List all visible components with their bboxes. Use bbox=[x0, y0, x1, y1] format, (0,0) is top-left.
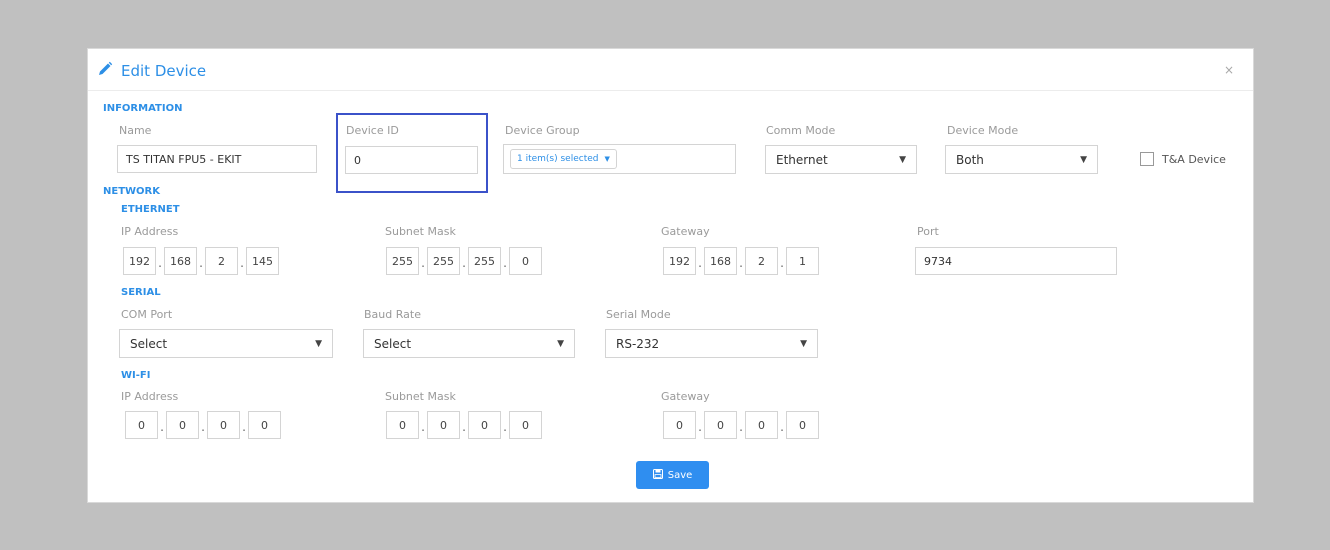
gateway-octet-2[interactable]: 168 bbox=[704, 247, 737, 275]
com-port-label: COM Port bbox=[121, 308, 173, 321]
wifi-ip-octet-4[interactable]: 0 bbox=[248, 411, 281, 439]
caret-down-icon: ▼ bbox=[315, 338, 322, 349]
wifi-ip-label: IP Address bbox=[121, 390, 179, 403]
wifi-subnet-octet-1[interactable]: 0 bbox=[386, 411, 419, 439]
gateway-octet-1[interactable]: 192 bbox=[663, 247, 696, 275]
device-group-tag[interactable]: 1 item(s) selected ▼ bbox=[510, 149, 617, 169]
caret-down-icon: ▼ bbox=[557, 338, 564, 349]
comm-mode-select[interactable]: Ethernet ▼ bbox=[765, 145, 917, 174]
subnet-octet-4[interactable]: 0 bbox=[509, 247, 542, 275]
ta-device-label: T&A Device bbox=[1162, 152, 1226, 166]
ip-octet-1[interactable]: 192 bbox=[123, 247, 156, 275]
wifi-gateway-octet-1[interactable]: 0 bbox=[663, 411, 696, 439]
ip-octet-4[interactable]: 145 bbox=[246, 247, 279, 275]
device-id-input[interactable]: 0 bbox=[345, 146, 478, 174]
wifi-subnet-octet-4[interactable]: 0 bbox=[509, 411, 542, 439]
close-icon[interactable]: × bbox=[1224, 63, 1234, 77]
device-group-tag-text: 1 item(s) selected bbox=[517, 154, 599, 164]
com-port-value: Select bbox=[130, 336, 168, 351]
ta-device-checkbox-group[interactable]: T&A Device bbox=[1140, 152, 1226, 166]
gateway-octet-3[interactable]: 2 bbox=[745, 247, 778, 275]
device-mode-label: Device Mode bbox=[947, 124, 1019, 137]
section-network: NETWORK bbox=[103, 186, 161, 197]
wifi-gateway-input: 0. 0. 0. 0 bbox=[663, 411, 819, 439]
ethernet-subnet-input: 255. 255. 255. 0 bbox=[386, 247, 542, 275]
baud-rate-value: Select bbox=[374, 336, 412, 351]
wifi-gateway-label: Gateway bbox=[661, 390, 710, 403]
ethernet-ip-input: 192. 168. 2. 145 bbox=[123, 247, 279, 275]
comm-mode-value: Ethernet bbox=[776, 152, 828, 167]
save-button[interactable]: Save bbox=[636, 461, 709, 489]
wifi-subnet-label: Subnet Mask bbox=[385, 390, 456, 403]
baud-rate-label: Baud Rate bbox=[364, 308, 421, 321]
wifi-gateway-octet-2[interactable]: 0 bbox=[704, 411, 737, 439]
modal-title-text: Edit Device bbox=[121, 62, 207, 80]
ethernet-subnet-label: Subnet Mask bbox=[385, 225, 456, 238]
caret-down-icon: ▼ bbox=[899, 154, 906, 165]
baud-rate-select[interactable]: Select ▼ bbox=[363, 329, 575, 358]
floppy-disk-icon bbox=[652, 468, 663, 482]
serial-mode-label: Serial Mode bbox=[606, 308, 671, 321]
save-button-label: Save bbox=[667, 469, 693, 481]
name-label: Name bbox=[119, 124, 152, 137]
wifi-gateway-octet-3[interactable]: 0 bbox=[745, 411, 778, 439]
section-ethernet: ETHERNET bbox=[121, 204, 180, 215]
name-input[interactable]: TS TITAN FPU5 - EKIT bbox=[117, 145, 317, 173]
wifi-subnet-input: 0. 0. 0. 0 bbox=[386, 411, 542, 439]
header-divider bbox=[88, 90, 1253, 91]
ethernet-port-input[interactable]: 9734 bbox=[915, 247, 1117, 275]
device-id-label: Device ID bbox=[346, 124, 399, 137]
subnet-octet-3[interactable]: 255 bbox=[468, 247, 501, 275]
section-information: INFORMATION bbox=[103, 103, 183, 114]
wifi-gateway-octet-4[interactable]: 0 bbox=[786, 411, 819, 439]
device-mode-select[interactable]: Both ▼ bbox=[945, 145, 1098, 174]
ethernet-port-label: Port bbox=[917, 225, 939, 238]
modal-title: Edit Device bbox=[97, 61, 206, 81]
ta-device-checkbox[interactable] bbox=[1140, 152, 1154, 166]
caret-down-icon: ▼ bbox=[800, 338, 807, 349]
section-wifi: WI-FI bbox=[121, 370, 151, 381]
device-group-label: Device Group bbox=[505, 124, 580, 137]
caret-down-icon: ▼ bbox=[604, 155, 610, 163]
wifi-ip-octet-1[interactable]: 0 bbox=[125, 411, 158, 439]
ethernet-gateway-input: 192. 168. 2. 1 bbox=[663, 247, 819, 275]
ip-octet-3[interactable]: 2 bbox=[205, 247, 238, 275]
com-port-select[interactable]: Select ▼ bbox=[119, 329, 333, 358]
ethernet-gateway-label: Gateway bbox=[661, 225, 710, 238]
wifi-subnet-octet-3[interactable]: 0 bbox=[468, 411, 501, 439]
device-mode-value: Both bbox=[956, 152, 984, 167]
ip-octet-2[interactable]: 168 bbox=[164, 247, 197, 275]
ethernet-ip-label: IP Address bbox=[121, 225, 179, 238]
caret-down-icon: ▼ bbox=[1080, 154, 1087, 165]
wifi-subnet-octet-2[interactable]: 0 bbox=[427, 411, 460, 439]
device-group-multiselect[interactable]: 1 item(s) selected ▼ bbox=[503, 144, 736, 174]
subnet-octet-2[interactable]: 255 bbox=[427, 247, 460, 275]
pencil-icon bbox=[97, 61, 113, 81]
serial-mode-value: RS-232 bbox=[616, 336, 660, 351]
section-serial: SERIAL bbox=[121, 287, 161, 298]
gateway-octet-4[interactable]: 1 bbox=[786, 247, 819, 275]
subnet-octet-1[interactable]: 255 bbox=[386, 247, 419, 275]
serial-mode-select[interactable]: RS-232 ▼ bbox=[605, 329, 818, 358]
edit-device-modal: Edit Device × INFORMATION Name TS TITAN … bbox=[87, 48, 1254, 503]
wifi-ip-input: 0. 0. 0. 0 bbox=[125, 411, 281, 439]
wifi-ip-octet-2[interactable]: 0 bbox=[166, 411, 199, 439]
wifi-ip-octet-3[interactable]: 0 bbox=[207, 411, 240, 439]
comm-mode-label: Comm Mode bbox=[766, 124, 836, 137]
